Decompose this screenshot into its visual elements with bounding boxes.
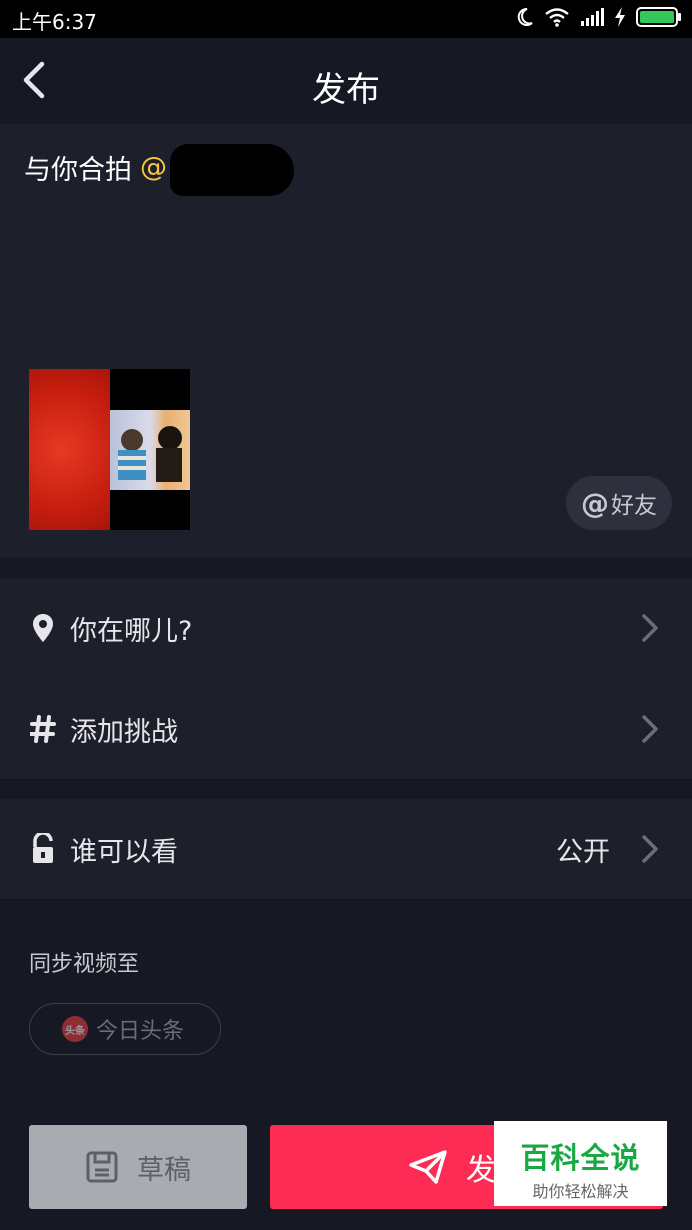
draft-icon: [86, 1151, 118, 1183]
privacy-section: 谁可以看 公开: [0, 799, 692, 899]
challenge-row[interactable]: 添加挑战: [0, 679, 692, 779]
options-section: 你在哪儿? 添加挑战: [0, 578, 692, 779]
visibility-label: 谁可以看: [70, 836, 178, 868]
location-row[interactable]: 你在哪儿?: [0, 578, 692, 678]
challenge-label: 添加挑战: [70, 716, 178, 748]
draft-button[interactable]: 草稿: [29, 1125, 247, 1209]
redacted-username: [170, 144, 294, 196]
signal-icon: [580, 8, 604, 30]
watermark: 百科全说 助你轻松解决: [494, 1121, 667, 1206]
publish-label: 发: [466, 1153, 496, 1188]
chevron-right-icon: [642, 614, 658, 642]
moon-icon: [516, 7, 534, 31]
visibility-value: 公开: [556, 836, 610, 868]
hashtag-icon: [28, 711, 58, 747]
chevron-right-icon: [642, 835, 658, 863]
page-title: 发布: [312, 70, 380, 110]
thumbnail-right-frame: [110, 410, 190, 490]
status-icons: [516, 7, 682, 31]
unlock-icon: [28, 831, 58, 867]
battery-icon: [636, 7, 682, 31]
location-label: 你在哪儿?: [70, 615, 193, 647]
draft-label: 草稿: [137, 1154, 191, 1186]
thumbnail-left-frame: [29, 369, 110, 530]
video-thumbnail[interactable]: [29, 369, 190, 530]
at-friend-button[interactable]: @ 好友: [566, 476, 672, 530]
status-time: 上午6:37: [12, 10, 97, 34]
status-bar: 上午6:37: [0, 0, 692, 38]
watermark-subtitle: 助你轻松解决: [532, 1182, 629, 1201]
wifi-icon: [544, 7, 570, 31]
send-icon: [409, 1150, 447, 1184]
toutiao-sync-toggle[interactable]: 头条 今日头条: [29, 1003, 221, 1055]
toutiao-logo-icon: 头条: [62, 1016, 88, 1042]
visibility-row[interactable]: 谁可以看 公开: [0, 799, 692, 899]
caption-input[interactable]: 与你合拍 @: [24, 148, 167, 187]
charging-icon: [614, 7, 626, 31]
location-pin-icon: [28, 610, 58, 646]
sync-title: 同步视频至: [29, 952, 140, 977]
caption-text: 与你合拍: [24, 155, 132, 186]
toutiao-label: 今日头条: [96, 1019, 185, 1044]
chevron-right-icon: [642, 715, 658, 743]
watermark-title: 百科全说: [520, 1141, 641, 1175]
nav-bar: 发布: [0, 38, 692, 124]
compose-area[interactable]: 与你合拍 @ @ 好友: [0, 124, 692, 558]
mention-text: @: [140, 152, 167, 183]
at-friend-label: 好友: [611, 493, 657, 519]
at-icon: @: [581, 486, 609, 520]
